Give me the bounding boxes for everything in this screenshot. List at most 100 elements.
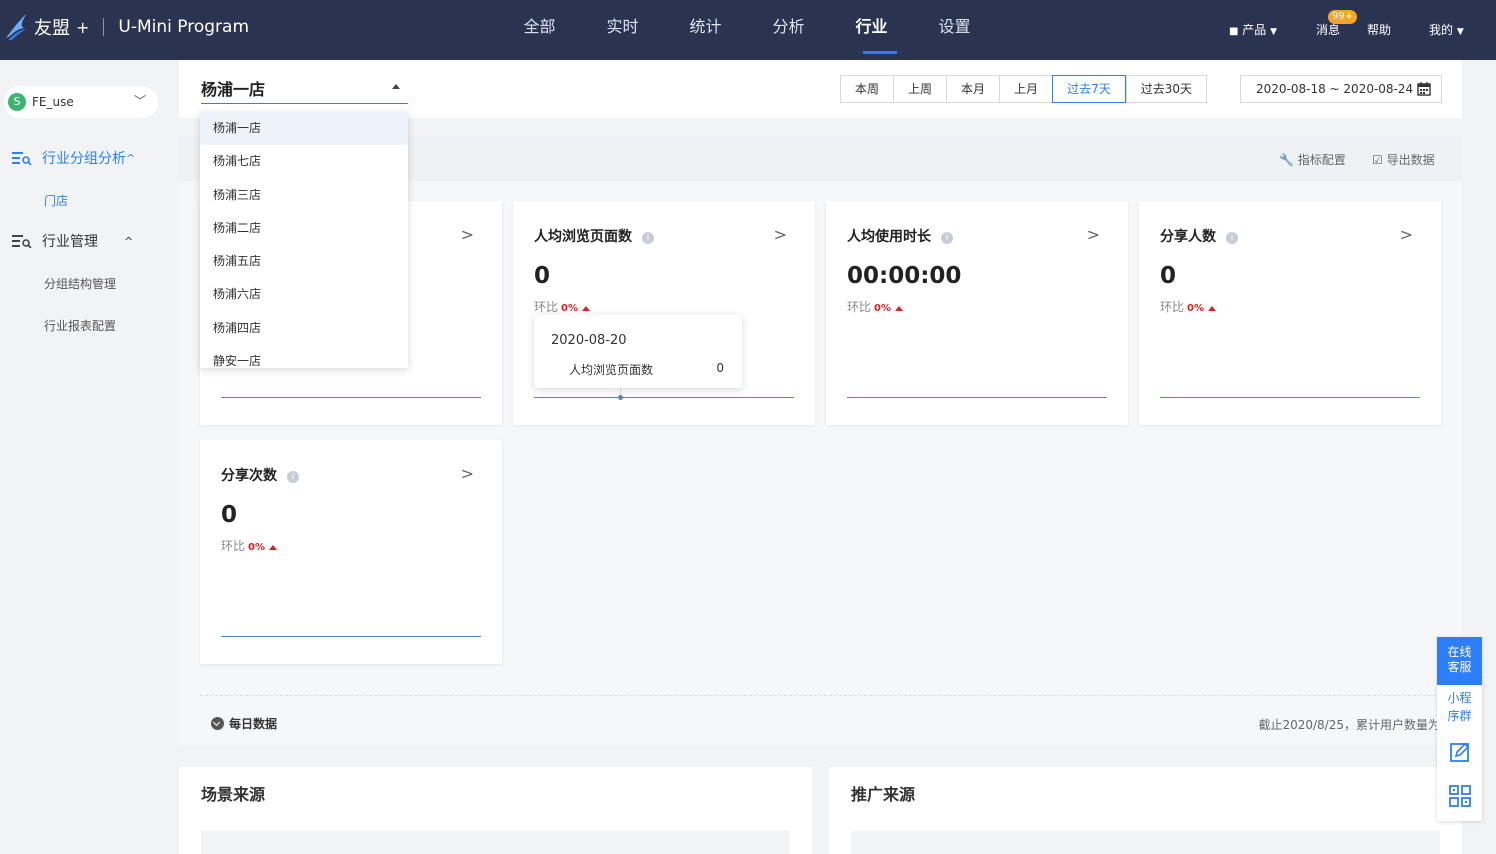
range-past-30-days[interactable]: 过去30天 xyxy=(1125,75,1207,103)
info-icon[interactable]: i xyxy=(1226,232,1238,244)
mini-program-group-button[interactable]: 小程序群 xyxy=(1437,689,1482,725)
store-select-value: 杨浦一店 xyxy=(201,80,266,99)
tooltip-label: 人均浏览页面数 xyxy=(569,363,654,377)
range-last-week[interactable]: 上周 xyxy=(893,75,947,103)
store-option[interactable]: 杨浦五店 xyxy=(200,245,408,278)
store-option[interactable]: 杨浦六店 xyxy=(200,278,408,311)
brand-logo[interactable]: 友盟 + U-Mini Program xyxy=(4,12,249,42)
chevron-right-icon[interactable]: > xyxy=(1087,225,1100,244)
sidebar-group-label: 行业分组分析 xyxy=(42,151,126,167)
app-name: FE_use xyxy=(32,95,74,109)
info-icon[interactable]: i xyxy=(642,232,654,244)
store-option[interactable]: 杨浦三店 xyxy=(200,179,408,212)
info-icon[interactable]: i xyxy=(941,232,953,244)
card-title: 分享人数 i xyxy=(1160,226,1238,246)
sparkline-point xyxy=(618,395,623,400)
store-option[interactable]: 杨浦四店 xyxy=(200,312,408,345)
up-arrow-icon xyxy=(1208,306,1216,311)
chevron-right-icon[interactable]: > xyxy=(774,225,787,244)
nav-item-stats[interactable]: 统计 xyxy=(664,0,747,60)
card-value: 00:00:00 xyxy=(847,263,962,289)
card-compare: 环比 0% xyxy=(534,298,590,315)
caret-down-icon: ▼ xyxy=(1270,27,1278,37)
card-value: 0 xyxy=(534,263,551,289)
card-title: 分享次数 i xyxy=(221,465,299,485)
tooltip-date: 2020-08-20 xyxy=(551,333,627,348)
tooltip-value: 0 xyxy=(716,361,724,375)
compare-percent: 0% xyxy=(1187,303,1204,314)
nav-item-industry[interactable]: 行业 xyxy=(830,0,913,60)
range-last-month[interactable]: 上月 xyxy=(999,75,1053,103)
card-title-text: 分享人数 xyxy=(1160,229,1216,245)
compare-label: 环比 xyxy=(847,300,872,314)
chevron-down-circle-icon xyxy=(211,717,224,730)
sidebar-group-industry-management[interactable]: 行业管理 ^ xyxy=(12,231,133,251)
edit-feedback-icon[interactable] xyxy=(1449,741,1471,763)
metric-card-share-count[interactable]: 分享次数 i > 0 环比 0% xyxy=(200,440,502,664)
chart-tooltip: 2020-08-20 人均浏览页面数 0 xyxy=(534,315,742,388)
brand-divider xyxy=(103,18,105,36)
umeng-bird-icon xyxy=(6,14,26,40)
store-select[interactable]: 杨浦一店 xyxy=(201,76,408,104)
nav-item-settings[interactable]: 设置 xyxy=(913,0,996,60)
card-compare: 环比 0% xyxy=(1160,298,1216,315)
section-title: 场景来源 xyxy=(201,785,266,804)
card-title-text: 人均使用时长 xyxy=(847,229,931,245)
export-data-link[interactable]: ☑ 导出数据 xyxy=(1372,151,1435,168)
sidebar-item-report-config[interactable]: 行业报表配置 xyxy=(44,317,116,334)
card-title-text: 人均浏览页面数 xyxy=(534,229,632,245)
sparkline xyxy=(1160,397,1420,398)
section-title: 推广来源 xyxy=(851,785,916,804)
store-option[interactable]: 杨浦一店 xyxy=(200,112,408,146)
date-range-picker[interactable]: 2020-08-18 ~ 2020-08-24 xyxy=(1240,75,1442,103)
store-option[interactable]: 静安一店 xyxy=(200,345,408,368)
range-this-month[interactable]: 本月 xyxy=(946,75,1000,103)
nav-item-all[interactable]: 全部 xyxy=(498,0,581,60)
main-nav: 全部 实时 统计 分析 行业 设置 xyxy=(498,0,996,60)
divider xyxy=(200,695,1441,696)
up-arrow-icon xyxy=(895,306,903,311)
compare-percent: 0% xyxy=(248,542,265,553)
range-this-week[interactable]: 本周 xyxy=(840,75,894,103)
range-past-7-days[interactable]: 过去7天 xyxy=(1052,75,1126,103)
chevron-right-icon[interactable]: > xyxy=(461,464,474,483)
section-body xyxy=(201,831,790,854)
card-compare: 环比 0% xyxy=(221,537,277,554)
store-option[interactable]: 杨浦七店 xyxy=(200,145,408,178)
qr-code-icon[interactable] xyxy=(1449,785,1471,807)
calendar-icon xyxy=(1417,82,1431,96)
metric-card-avg-pages[interactable]: 人均浏览页面数 i > 0 环比 0% xyxy=(513,201,815,425)
sidebar-item-group-structure[interactable]: 分组结构管理 xyxy=(44,275,116,292)
messages-link[interactable]: 消息 99+ xyxy=(1316,0,1358,60)
app-logo-icon: S xyxy=(8,93,26,111)
filter-bar: 杨浦一店 本周 上周 本月 上月 过去7天 过去30天 2020-08-18 ~… xyxy=(179,60,1462,118)
caret-down-icon: ▼ xyxy=(1456,27,1464,37)
chevron-right-icon[interactable]: > xyxy=(1400,225,1413,244)
store-dropdown: 杨浦一店 杨浦七店 杨浦三店 杨浦二店 杨浦五店 杨浦六店 杨浦四店 静安一店 xyxy=(200,112,408,368)
chevron-down-icon: ﹀ xyxy=(133,94,146,108)
metric-config-link[interactable]: 🔧 指标配置 xyxy=(1279,151,1346,168)
section-body xyxy=(851,831,1440,854)
online-service-button[interactable]: 在线客服 xyxy=(1437,637,1482,685)
metric-config-label: 指标配置 xyxy=(1297,153,1346,167)
metric-card-share-users[interactable]: 分享人数 i > 0 环比 0% xyxy=(1139,201,1441,425)
products-menu[interactable]: ■ 产品 ▼ xyxy=(1229,0,1277,60)
daily-data-label: 每日数据 xyxy=(229,717,278,731)
info-icon[interactable]: i xyxy=(287,471,299,483)
nav-item-analysis[interactable]: 分析 xyxy=(747,0,830,60)
sparkline xyxy=(221,397,481,398)
account-menu[interactable]: 我的 ▼ xyxy=(1429,0,1464,60)
store-option[interactable]: 杨浦二店 xyxy=(200,212,408,245)
sidebar-group-industry-analysis[interactable]: 行业分组分析 ^ xyxy=(12,148,135,168)
sparkline xyxy=(534,397,794,398)
app-selector[interactable]: S FE_use ﹀ xyxy=(4,86,158,118)
daily-data-toggle[interactable]: 每日数据 xyxy=(211,715,277,732)
nav-item-realtime[interactable]: 实时 xyxy=(581,0,664,60)
chevron-right-icon[interactable]: > xyxy=(461,225,474,244)
metric-card-avg-duration[interactable]: 人均使用时长 i > 00:00:00 环比 0% xyxy=(826,201,1128,425)
sparkline xyxy=(221,636,481,637)
sidebar-item-store[interactable]: 门店 xyxy=(44,192,68,209)
help-link[interactable]: 帮助 xyxy=(1367,0,1391,60)
list-search-icon xyxy=(12,152,32,165)
sidebar-group-label: 行业管理 xyxy=(42,234,98,250)
